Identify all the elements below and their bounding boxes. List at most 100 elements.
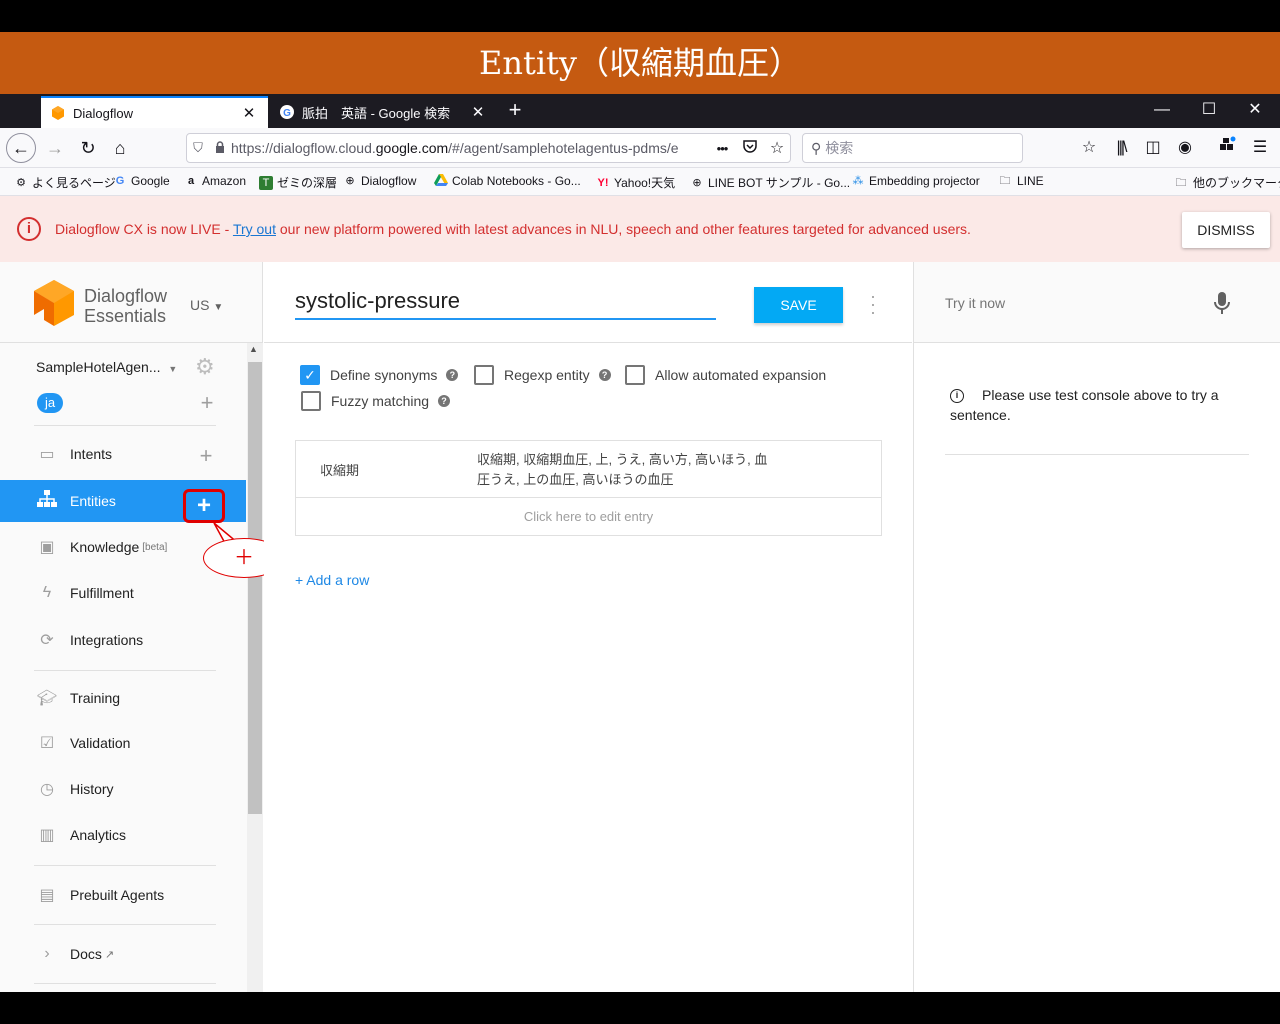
sidebar-item-integrations[interactable]: ⟳ Integrations xyxy=(0,621,246,659)
agent-select[interactable]: SampleHotelAgen... ▼ xyxy=(36,359,177,375)
fuzzy-matching-option[interactable]: Fuzzy matching ? xyxy=(301,391,451,411)
reference-value[interactable]: 収縮期 xyxy=(320,460,359,479)
add-row-link[interactable]: + Add a row xyxy=(295,572,369,588)
prebuilt-icon: ▤ xyxy=(39,887,55,904)
help-icon[interactable]: ? xyxy=(598,369,611,381)
forward-arrow-icon[interactable]: → xyxy=(40,134,70,162)
tab-close-icon[interactable]: ✕ xyxy=(469,103,487,121)
help-icon[interactable]: ? xyxy=(438,395,451,407)
bookmark-item[interactable]: ⊕ LINE BOT サンプル - Go... xyxy=(690,174,850,191)
shield-icon[interactable]: ⛉ xyxy=(187,140,209,156)
account-icon[interactable]: ◉ xyxy=(1173,136,1197,160)
microphone-icon[interactable] xyxy=(1212,291,1232,315)
tab-title: 脈拍 英語 - Google 検索 xyxy=(302,105,451,121)
entity-editor: systolic-pressure SAVE · · · ✓ Define syno… xyxy=(264,262,912,992)
caret-down-icon: ▼ xyxy=(213,302,224,313)
sidebar-item-docs[interactable]: › Docs ↗ xyxy=(0,935,246,973)
sidebar-toggle-icon[interactable]: ◫ xyxy=(1141,136,1165,160)
bookmark-item[interactable]: ⊕ Dialogflow xyxy=(343,174,416,188)
sidebar-scroll-thumb[interactable] xyxy=(248,362,262,814)
synonyms-value[interactable]: 収縮期, 収縮期血圧, 上, うえ, 高い方, 高いほう, 血圧うえ, 上の血圧… xyxy=(477,450,807,490)
magnifier-icon: ⚲ xyxy=(811,140,822,156)
url-bar[interactable]: ⛉ https://dialogflow.cloud.google.com/#/… xyxy=(186,133,791,163)
lock-icon[interactable] xyxy=(209,140,231,156)
allow-expansion-option[interactable]: Allow automated expansion xyxy=(625,365,826,385)
url-text: https://dialogflow.cloud.google.com/#/ag… xyxy=(231,140,679,156)
bookmark-item[interactable]: ⁂ Embedding projector xyxy=(851,174,980,188)
tab-google-search[interactable]: G 脈拍 英語 - Google 検索 ✕ xyxy=(270,96,497,128)
globe-icon: ⊕ xyxy=(345,175,355,187)
bookmark-item[interactable]: ⚙ よく見るページ xyxy=(14,174,116,191)
search-input[interactable]: ⚲ 検索 xyxy=(802,133,1023,163)
add-intent-icon[interactable]: + xyxy=(196,445,216,467)
scroll-up-icon[interactable]: ▲ xyxy=(249,344,258,354)
define-synonyms-checkbox[interactable]: ✓ xyxy=(300,365,320,385)
sidebar-item-prebuilt-agents[interactable]: ▤ Prebuilt Agents xyxy=(0,876,246,914)
folder-icon: 🗀 xyxy=(1175,176,1187,189)
define-synonyms-option[interactable]: ✓ Define synonyms ? xyxy=(300,365,459,385)
window-close-icon[interactable]: ✕ xyxy=(1232,94,1278,128)
language-chip[interactable]: ja xyxy=(37,393,64,413)
sidebar-item-training[interactable]: 🎓︎ Training xyxy=(0,679,246,717)
clock-icon: ◷ xyxy=(40,781,54,798)
bolt-icon: ϟ xyxy=(42,584,52,601)
dialogflow-logo-icon xyxy=(34,280,74,326)
sidebar-item-history[interactable]: ◷ History xyxy=(0,770,246,808)
menu-icon[interactable]: ☰ xyxy=(1248,136,1272,160)
bookmark-item[interactable]: G Google xyxy=(113,174,170,188)
allow-expansion-checkbox[interactable] xyxy=(625,365,645,385)
fuzzy-matching-checkbox[interactable] xyxy=(301,391,321,411)
globe-icon: ⊕ xyxy=(692,176,702,189)
slide: Entity（収縮期血圧） Dialogflow ✕ G 脈拍 英語 - Goo… xyxy=(0,0,1280,1024)
bookmark-item[interactable]: T ゼミの深層 xyxy=(259,174,337,191)
try-it-now-input[interactable]: Try it now xyxy=(945,295,1005,311)
projector-icon: ⁂ xyxy=(852,175,864,187)
new-tab-button[interactable]: + xyxy=(503,97,527,123)
test-console-header: Try it now xyxy=(914,262,1280,343)
back-arrow-icon[interactable]: ← xyxy=(6,133,36,163)
edit-entry-row[interactable]: Click here to edit entry xyxy=(296,498,881,535)
pocket-icon[interactable] xyxy=(736,140,764,156)
region-select[interactable]: US ▼ xyxy=(190,297,223,313)
test-console: Try it now i Please use test console abov… xyxy=(913,262,1280,992)
bookmark-item[interactable]: Y! Yahoo!天気 xyxy=(596,174,676,191)
library-icon[interactable]: |||\ xyxy=(1109,136,1133,160)
sync-icon: ⟳ xyxy=(40,632,54,649)
other-bookmarks[interactable]: 🗀 他のブックマーク xyxy=(1173,174,1280,191)
table-row[interactable]: 収縮期 収縮期, 収縮期血圧, 上, うえ, 高い方, 高いほう, 血圧うえ, … xyxy=(296,441,881,498)
sidebar-item-analytics[interactable]: ▥ Analytics xyxy=(0,816,246,854)
gear-icon: ⚙ xyxy=(16,176,26,189)
bookmark-item[interactable]: a Amazon xyxy=(184,174,246,188)
bookmark-item[interactable]: Colab Notebooks - Go... xyxy=(434,174,581,188)
info-icon: i xyxy=(950,389,964,404)
bookmark-item[interactable]: 🗀 LINE xyxy=(997,174,1044,188)
bar-chart-icon: ▥ xyxy=(39,827,55,844)
regexp-entity-option[interactable]: Regexp entity ? xyxy=(474,365,611,385)
save-button[interactable]: SAVE xyxy=(754,287,843,323)
add-entity-button[interactable]: + xyxy=(183,489,225,523)
divider xyxy=(945,454,1249,455)
sidebar-item-validation[interactable]: ☑ Validation xyxy=(0,724,246,762)
bookmark-star-icon[interactable]: ☆ xyxy=(764,138,790,158)
minimize-icon[interactable]: — xyxy=(1139,94,1185,128)
chevron-right-icon: › xyxy=(44,945,50,962)
home-icon[interactable]: ⌂ xyxy=(105,134,135,162)
try-out-link[interactable]: Try out xyxy=(233,221,276,237)
page-actions-icon[interactable]: ••• xyxy=(708,141,736,156)
settings-gear-icon[interactable]: ⚙ xyxy=(195,354,215,380)
add-language-icon[interactable]: + xyxy=(197,392,217,414)
dismiss-button[interactable]: DISMISS xyxy=(1182,212,1270,248)
dialogflow-favicon-icon xyxy=(51,106,65,120)
tab-close-icon[interactable]: ✕ xyxy=(240,104,258,122)
reload-icon[interactable]: ↻ xyxy=(73,134,103,162)
tab-dialogflow[interactable]: Dialogflow ✕ xyxy=(41,96,268,128)
more-options-icon[interactable]: · · · xyxy=(866,287,880,321)
regexp-entity-checkbox[interactable] xyxy=(474,365,494,385)
extensions-icon[interactable] xyxy=(1215,136,1239,160)
entity-name-input[interactable]: systolic-pressure xyxy=(295,288,716,320)
console-message: i Please use test console above to try as… xyxy=(950,387,1219,423)
help-icon[interactable]: ? xyxy=(446,369,459,381)
bookmarks-star-icon[interactable]: ☆ xyxy=(1077,136,1101,160)
maximize-icon[interactable]: ☐ xyxy=(1186,94,1232,128)
sidebar-item-fulfillment[interactable]: ϟ Fulfillment xyxy=(0,574,246,612)
